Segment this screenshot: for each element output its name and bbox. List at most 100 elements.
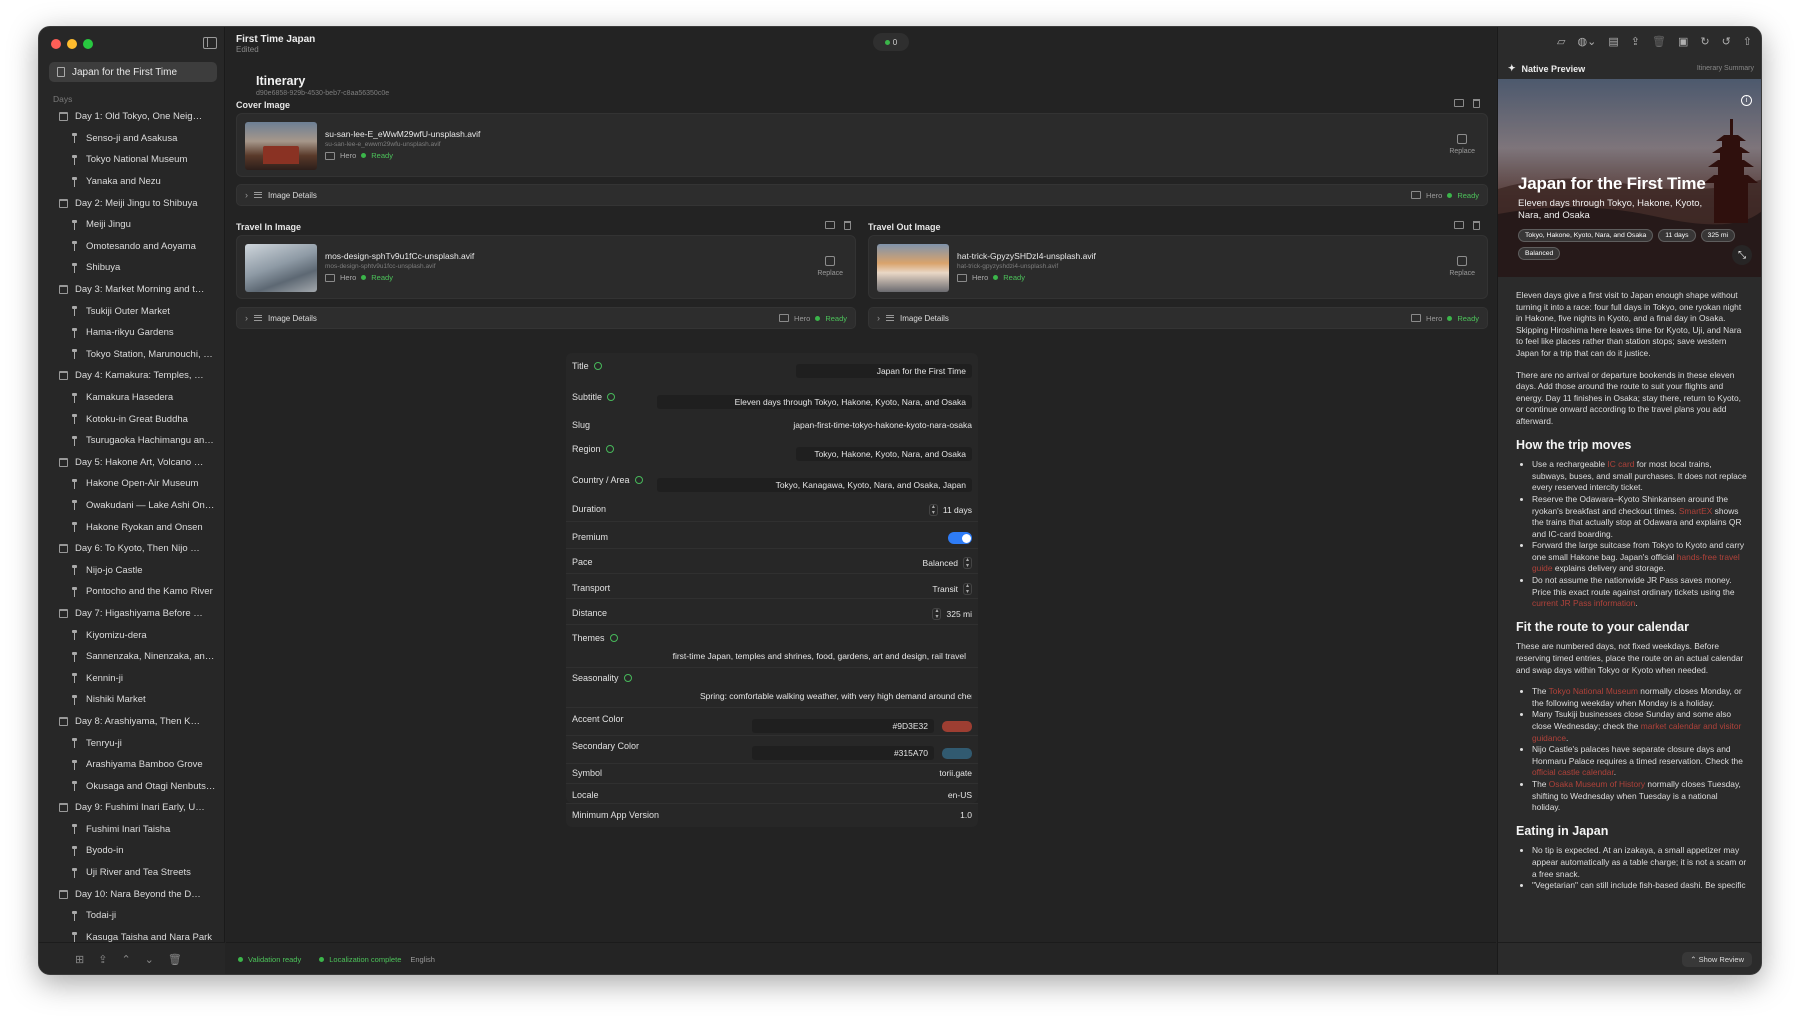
sidebar-place-item[interactable]: Kiyomizu-dera <box>39 624 225 646</box>
sidebar-item-trip[interactable]: Japan for the First Time <box>49 62 217 82</box>
slug-field[interactable]: japan-first-time-tokyo-hakone-kyoto-nara… <box>793 420 972 430</box>
sidebar-day-item[interactable]: Day 2: Meiji Jingu to Shibuya <box>39 192 225 214</box>
sidebar-place-item[interactable]: Okusaga and Otagi Nenbutsu... <box>39 775 225 797</box>
seasonality-field[interactable]: Spring: comfortable walking weather, wit… <box>576 689 972 703</box>
map-icon[interactable]: ▱ <box>1557 35 1565 48</box>
add-icon[interactable]: ⊞ <box>75 953 84 966</box>
sidebar-place-item[interactable]: Tsurugaoka Hachimangu and... <box>39 430 225 452</box>
symbol-field[interactable]: torii.gate <box>939 768 972 778</box>
subtitle-field[interactable]: Eleven days through Tokyo, Hakone, Kyoto… <box>657 395 972 409</box>
sidebar-place-item[interactable]: Nijo-jo Castle <box>39 559 225 581</box>
minimize-window-button[interactable] <box>67 39 77 49</box>
sidebar-place-item[interactable]: Kotoku-in Great Buddha <box>39 408 225 430</box>
castle-link[interactable]: official castle calendar <box>1532 767 1614 777</box>
replace-button[interactable]: Replace <box>817 256 843 277</box>
upload-icon[interactable]: ⇪ <box>1631 35 1640 48</box>
country-field[interactable]: Tokyo, Kanagawa, Kyoto, Nara, and Osaka,… <box>657 478 972 492</box>
jr-pass-link[interactable]: current JR Pass information <box>1532 598 1635 608</box>
premium-toggle[interactable] <box>948 532 972 544</box>
zoom-window-button[interactable] <box>83 39 93 49</box>
themes-field[interactable]: first-time Japan, temples and shrines, f… <box>576 649 972 663</box>
transport-select[interactable]: Transit ▴ ▾ <box>932 583 972 595</box>
sidebar-place-item[interactable]: Omotesando and Aoyama <box>39 236 225 258</box>
sidebar-day-item[interactable]: Day 8: Arashiyama, Then Keep... <box>39 711 225 733</box>
sidebar-day-item[interactable]: Day 3: Market Morning and the... <box>39 279 225 301</box>
inbox-icon[interactable]: ▤ <box>1608 35 1618 48</box>
duration-stepper[interactable]: ▴ ▾ <box>928 504 938 516</box>
share-icon[interactable]: ⇧ <box>1743 35 1752 48</box>
photo-icon[interactable]: ▣ <box>1678 35 1688 48</box>
sidebar-place-item[interactable]: Yanaka and Nezu <box>39 171 225 193</box>
secondary-color-field[interactable]: #315A70 <box>752 746 934 760</box>
sidebar-place-item[interactable]: Hakone Open-Air Museum <box>39 473 225 495</box>
sidebar-place-item[interactable]: Senso-ji and Asakusa <box>39 128 225 150</box>
sidebar-place-item[interactable]: Kamakura Hasedera <box>39 387 225 409</box>
sidebar-place-item[interactable]: Arashiyama Bamboo Grove <box>39 754 225 776</box>
sidebar-place-item[interactable]: Hama-rikyu Gardens <box>39 322 225 344</box>
info-icon[interactable]: i <box>1741 95 1752 106</box>
validation-status[interactable]: Validation ready <box>248 955 301 964</box>
sidebar-day-item[interactable]: Day 6: To Kyoto, Then Nijo Castle <box>39 538 225 560</box>
accent-color-swatch[interactable] <box>942 721 972 732</box>
trash-icon[interactable]: 🗑 <box>168 953 182 966</box>
trash-icon[interactable] <box>1473 221 1480 230</box>
sidebar-place-item[interactable]: Tsukiji Outer Market <box>39 300 225 322</box>
localization-status[interactable]: Localization complete <box>329 955 401 964</box>
sidebar-place-item[interactable]: Todai-ji <box>39 905 225 927</box>
replace-button[interactable]: Replace <box>1449 134 1475 155</box>
sidebar-place-item[interactable]: Sannenzaka, Ninenzaka, and... <box>39 646 225 668</box>
osaka-museum-link[interactable]: Osaka Museum of History <box>1549 779 1645 789</box>
trash-icon[interactable] <box>844 221 851 230</box>
export-icon[interactable]: ⇪ <box>98 953 107 966</box>
pace-select[interactable]: Balanced ▴ ▾ <box>923 557 972 569</box>
title-field[interactable]: Japan for the First Time <box>796 364 972 378</box>
show-review-button[interactable]: ⌃ Show Review <box>1682 952 1752 967</box>
distance-stepper[interactable]: ▴ ▾ <box>932 608 942 620</box>
ic-card-link[interactable]: IC card <box>1607 459 1634 469</box>
image-icon[interactable] <box>1454 99 1464 107</box>
sidebar-place-item[interactable]: Uji River and Tea Streets <box>39 862 225 884</box>
secondary-color-swatch[interactable] <box>942 748 972 759</box>
expand-icon[interactable]: ⤡ <box>1732 245 1752 265</box>
min-version-field[interactable]: 1.0 <box>960 810 972 820</box>
sidebar-day-item[interactable]: Day 9: Fushimi Inari Early, Uji Slo... <box>39 797 225 819</box>
locale-field[interactable]: en-US <box>948 790 972 800</box>
sidebar-place-item[interactable]: Nishiki Market <box>39 689 225 711</box>
sidebar-place-item[interactable]: Tokyo Station, Marunouchi, a... <box>39 344 225 366</box>
trash-icon[interactable] <box>1473 99 1480 108</box>
cover-thumbnail[interactable] <box>245 122 317 170</box>
undo-icon[interactable]: ↺ <box>1722 35 1731 48</box>
sidebar-day-item[interactable]: Day 4: Kamakura: Temples, Sea... <box>39 365 225 387</box>
image-icon[interactable] <box>825 221 835 229</box>
sidebar-place-item[interactable]: Tokyo National Museum <box>39 149 225 171</box>
sidebar-place-item[interactable]: Owakudani — Lake Ashi Only... <box>39 495 225 517</box>
museum-link[interactable]: Tokyo National Museum <box>1549 686 1638 696</box>
sidebar-place-item[interactable]: Pontocho and the Kamo River <box>39 581 225 603</box>
sidebar-day-item[interactable]: Day 5: Hakone Art, Volcano Cou... <box>39 452 225 474</box>
sidebar-toggle-icon[interactable] <box>203 37 217 49</box>
sidebar-day-item[interactable]: Day 1: Old Tokyo, One Neighbor... <box>39 106 225 128</box>
close-window-button[interactable] <box>51 39 61 49</box>
travel-out-details[interactable]: › Image Details Hero Ready <box>868 307 1488 329</box>
travel-out-thumbnail[interactable] <box>877 244 949 292</box>
sidebar-place-item[interactable]: Fushimi Inari Taisha <box>39 819 225 841</box>
refresh-icon[interactable]: ↻ <box>1700 35 1709 48</box>
smartex-link[interactable]: SmartEX <box>1679 506 1713 516</box>
sidebar-place-item[interactable]: Meiji Jingu <box>39 214 225 236</box>
image-icon[interactable] <box>1454 221 1464 229</box>
globe-icon[interactable]: ◍⌄ <box>1578 35 1597 48</box>
distance-field[interactable]: ▴ ▾ 325 mi <box>932 608 972 620</box>
trash-icon[interactable]: 🗑 <box>1652 35 1666 48</box>
sidebar-place-item[interactable]: Byodo-in <box>39 840 225 862</box>
move-down-icon[interactable]: ⌄ <box>145 953 154 966</box>
travel-in-thumbnail[interactable] <box>245 244 317 292</box>
sidebar-place-item[interactable]: Kennin-ji <box>39 667 225 689</box>
sidebar-day-item[interactable]: Day 10: Nara Beyond the Deer P... <box>39 883 225 905</box>
sidebar-day-item[interactable]: Day 7: Higashiyama Before the... <box>39 603 225 625</box>
duration-field[interactable]: ▴ ▾ 11 days <box>928 504 972 516</box>
sidebar-place-item[interactable]: Shibuya <box>39 257 225 279</box>
cover-image-details[interactable]: › Image Details Hero Ready <box>236 184 1488 206</box>
preview-mode-label[interactable]: Itinerary Summary <box>1697 65 1754 72</box>
travel-in-details[interactable]: › Image Details Hero Ready <box>236 307 856 329</box>
status-badge[interactable]: 0 <box>873 33 909 51</box>
